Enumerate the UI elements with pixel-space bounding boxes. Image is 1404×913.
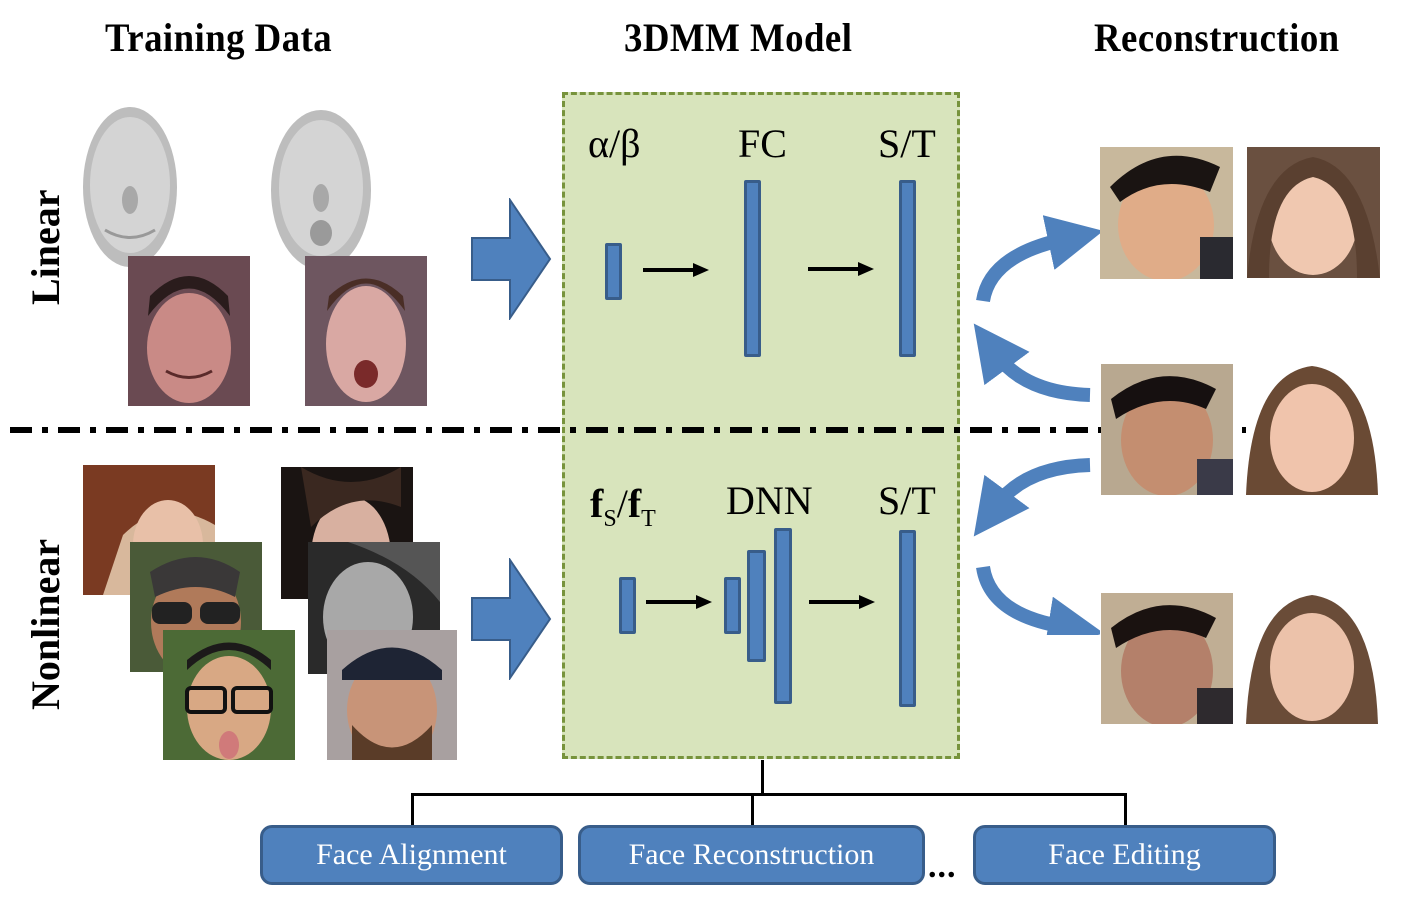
dnn-layer-1	[724, 577, 741, 634]
input-woman-photo	[1246, 364, 1378, 495]
application-face-reconstruction: Face Reconstruction	[578, 825, 925, 885]
training-image-woman-surprised	[305, 256, 427, 406]
dnn-layer-2	[747, 550, 766, 662]
nonlinear-input-layer	[619, 577, 636, 634]
training-image-scan-1	[80, 105, 180, 270]
arrow-right-icon	[471, 558, 552, 680]
training-image-scan-2	[265, 108, 377, 273]
reconstruction-man-linear	[1100, 147, 1233, 279]
row-label-linear: Linear	[23, 189, 68, 305]
training-image-man-tongue-out	[163, 630, 295, 760]
arrow-right-icon	[471, 198, 552, 320]
reconstruction-woman-nonlinear	[1246, 593, 1378, 724]
connector-branch-editing	[1124, 793, 1127, 826]
curved-arrows	[973, 215, 1100, 635]
reconstruction-man-nonlinear	[1101, 593, 1233, 724]
nonlinear-output-label: S/T	[878, 478, 936, 523]
more-applications-ellipsis: ...	[928, 848, 957, 885]
connector-horizontal	[411, 793, 1127, 796]
application-face-alignment: Face Alignment	[260, 825, 563, 885]
curved-arrow-down-right-icon	[976, 565, 1100, 635]
arrow-right-icon	[646, 595, 712, 609]
nonlinear-output-layer	[899, 530, 916, 707]
curved-arrow-up-left-icon	[973, 323, 1091, 402]
curved-arrow-down-left-icon	[973, 458, 1091, 537]
arrow-right-icon	[643, 263, 709, 277]
connector-branch-alignment	[411, 793, 414, 826]
linear-output-layer	[899, 180, 916, 357]
column-title-3dmm-model: 3DMM Model	[624, 15, 853, 60]
linear-output-label: S/T	[878, 121, 936, 166]
connector-trunk	[761, 760, 764, 794]
linear-fc-layer	[744, 180, 761, 357]
linear-fc-label: FC	[738, 121, 787, 166]
input-man-photo	[1101, 364, 1233, 495]
linear-input-label: α/β	[588, 121, 641, 166]
dnn-layer-3	[774, 528, 792, 704]
column-title-training-data: Training Data	[105, 15, 333, 60]
connector-branch-reconstruction	[751, 793, 754, 826]
application-face-editing: Face Editing	[973, 825, 1276, 885]
arrow-right-icon	[808, 262, 874, 276]
training-image-man-smiling	[128, 256, 250, 406]
reconstruction-woman-linear	[1247, 147, 1380, 278]
curved-arrow-up-right-icon	[976, 215, 1100, 303]
row-label-nonlinear: Nonlinear	[23, 538, 68, 710]
linear-input-layer	[605, 243, 622, 300]
column-title-reconstruction: Reconstruction	[1094, 15, 1340, 60]
nonlinear-input-label: fS/fT	[590, 481, 656, 532]
arrow-right-icon	[809, 595, 875, 609]
nonlinear-dnn-label: DNN	[726, 478, 813, 523]
training-image-bearded-man-cap	[327, 630, 457, 760]
